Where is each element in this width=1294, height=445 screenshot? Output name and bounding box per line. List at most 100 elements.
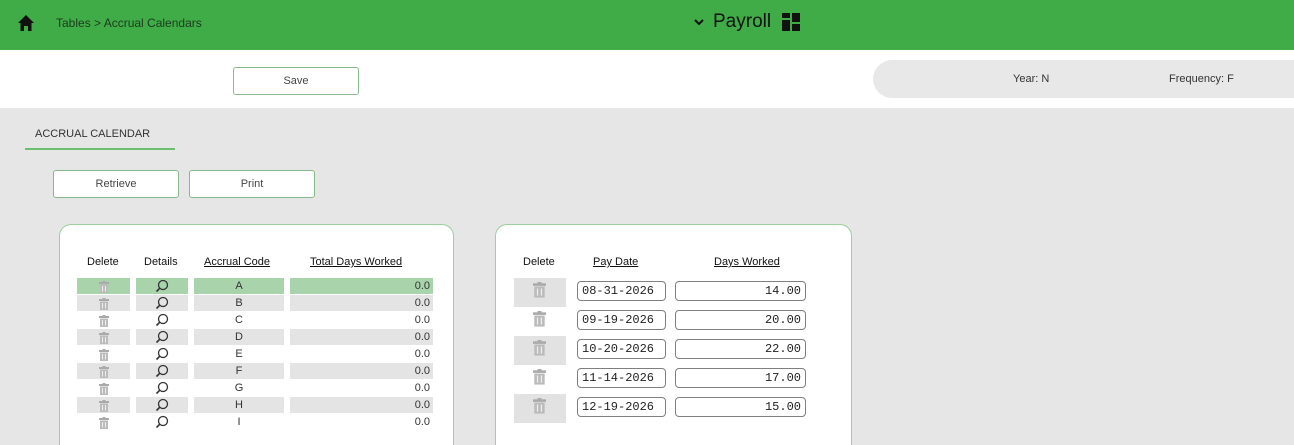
- retrieve-button[interactable]: Retrieve: [53, 170, 179, 198]
- details-cell: [136, 397, 188, 413]
- delete-cell: [77, 312, 130, 328]
- pay-dates-panel: Delete Pay Date Days Worked 08-31-2026 14…: [495, 224, 852, 445]
- header-delete: Delete: [87, 256, 119, 268]
- table-row[interactable]: I 0.0: [77, 413, 436, 430]
- tab-accrual-calendar[interactable]: ACCRUAL CALENDAR: [25, 128, 175, 150]
- trash-icon[interactable]: [533, 398, 546, 414]
- accrual-code-cell: C: [235, 314, 243, 326]
- days-worked-field[interactable]: 17.00: [675, 368, 806, 388]
- accrual-code-cell: G: [234, 382, 244, 394]
- dashboard-grid-icon[interactable]: [781, 12, 801, 32]
- details-cell: [136, 414, 188, 430]
- accrual-code-cell: H: [194, 397, 284, 413]
- trash-icon[interactable]: [98, 280, 109, 293]
- delete-cell: [514, 394, 566, 423]
- pay-date-field[interactable]: 10-20-2026: [577, 339, 666, 359]
- pay-date-field[interactable]: 12-19-2026: [577, 397, 666, 417]
- magnifier-icon[interactable]: [155, 398, 169, 412]
- delete-cell: [77, 414, 130, 430]
- total-days-cell: 0.0: [290, 363, 433, 379]
- home-icon[interactable]: [17, 14, 35, 32]
- days-worked-field[interactable]: 22.00: [675, 339, 806, 359]
- pay-date-field[interactable]: 08-31-2026: [577, 281, 666, 301]
- header-pay-date[interactable]: Pay Date: [593, 256, 638, 268]
- magnifier-icon[interactable]: [155, 296, 169, 310]
- accrual-code-cell: E: [235, 348, 243, 360]
- delete-cell: [514, 307, 566, 336]
- pay-date-field[interactable]: 09-19-2026: [577, 310, 666, 330]
- breadcrumb[interactable]: Tables > Accrual Calendars: [56, 16, 202, 30]
- accrual-code-cell: D: [194, 329, 284, 345]
- delete-cell: [77, 346, 130, 362]
- delete-cell: [77, 397, 130, 413]
- header-accrual-code[interactable]: Accrual Code: [204, 256, 270, 268]
- total-days-cell: 0.0: [290, 329, 433, 345]
- total-days-cell: 0.0: [414, 314, 430, 326]
- total-days-cell: 0.0: [290, 397, 433, 413]
- total-days-cell: 0.0: [290, 295, 433, 311]
- delete-cell: [77, 278, 130, 294]
- table-row: 09-19-2026 20.00: [514, 307, 834, 336]
- pay-date-field[interactable]: 11-14-2026: [577, 368, 666, 388]
- days-worked-field[interactable]: 20.00: [675, 310, 806, 330]
- app-title: Payroll: [713, 11, 772, 32]
- details-cell: [136, 380, 188, 396]
- trash-icon[interactable]: [98, 314, 109, 327]
- header-total-days-worked[interactable]: Total Days Worked: [310, 256, 402, 268]
- table-row[interactable]: F 0.0: [77, 362, 436, 379]
- details-cell: [136, 312, 188, 328]
- table-row[interactable]: B 0.0: [77, 294, 436, 311]
- delete-cell: [514, 278, 566, 307]
- app-switcher[interactable]: Payroll: [693, 11, 801, 33]
- magnifier-icon[interactable]: [155, 330, 169, 344]
- trash-icon[interactable]: [533, 311, 546, 327]
- trash-icon[interactable]: [98, 348, 109, 361]
- details-cell: [136, 363, 188, 379]
- trash-icon[interactable]: [98, 297, 109, 310]
- details-cell: [136, 295, 188, 311]
- delete-cell: [77, 329, 130, 345]
- delete-cell: [77, 363, 130, 379]
- magnifier-icon[interactable]: [155, 364, 169, 378]
- trash-icon[interactable]: [98, 331, 109, 344]
- trash-icon[interactable]: [533, 340, 546, 356]
- trash-icon[interactable]: [98, 416, 109, 429]
- table-row[interactable]: C 0.0: [77, 311, 436, 328]
- delete-cell: [77, 380, 130, 396]
- table-row: 08-31-2026 14.00: [514, 278, 834, 307]
- header-details: Details: [144, 256, 178, 268]
- days-worked-field[interactable]: 14.00: [675, 281, 806, 301]
- context-info-bar: Year: N Frequency: F: [873, 60, 1294, 98]
- print-button[interactable]: Print: [189, 170, 315, 198]
- trash-icon[interactable]: [533, 282, 546, 298]
- table-row: 12-19-2026 15.00: [514, 394, 834, 423]
- table-row[interactable]: H 0.0: [77, 396, 436, 413]
- trash-icon[interactable]: [98, 382, 109, 395]
- toolbar: Save Year: N Frequency: F: [0, 50, 1294, 108]
- trash-icon[interactable]: [533, 369, 546, 385]
- trash-icon[interactable]: [98, 399, 109, 412]
- table-row[interactable]: D 0.0: [77, 328, 436, 345]
- magnifier-icon[interactable]: [155, 279, 169, 293]
- accrual-code-cell: A: [194, 278, 284, 294]
- trash-icon[interactable]: [98, 365, 109, 378]
- header-days-worked[interactable]: Days Worked: [714, 256, 780, 268]
- magnifier-icon[interactable]: [155, 347, 169, 361]
- top-nav-bar: Tables > Accrual Calendars Payroll: [0, 0, 1294, 50]
- table-row[interactable]: E 0.0: [77, 345, 436, 362]
- days-worked-field[interactable]: 15.00: [675, 397, 806, 417]
- table-row[interactable]: A 0.0: [77, 277, 436, 294]
- year-indicator: Year: N: [1013, 73, 1050, 85]
- total-days-cell: 0.0: [414, 416, 430, 428]
- delete-cell: [77, 295, 130, 311]
- save-button[interactable]: Save: [233, 67, 359, 95]
- magnifier-icon[interactable]: [155, 381, 169, 395]
- magnifier-icon[interactable]: [155, 415, 169, 429]
- table-row: 11-14-2026 17.00: [514, 365, 834, 394]
- delete-cell: [514, 365, 566, 394]
- magnifier-icon[interactable]: [155, 313, 169, 327]
- total-days-cell: 0.0: [414, 348, 430, 360]
- table-row[interactable]: G 0.0: [77, 379, 436, 396]
- chevron-down-icon: [694, 19, 704, 26]
- accrual-code-cell: B: [194, 295, 284, 311]
